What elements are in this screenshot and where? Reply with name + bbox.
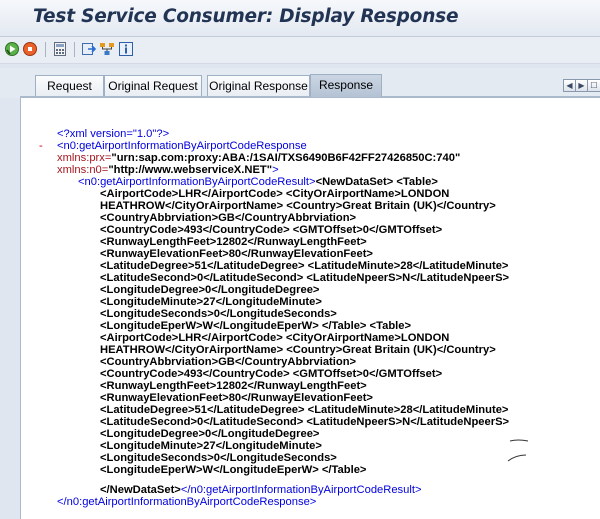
- chevron-right-icon: ▶: [578, 81, 585, 90]
- xml-value-line: <AirportCode>LHR</AirportCode> <CityOrAi…: [100, 188, 450, 200]
- xml-result-close-line: </NewDataSet></n0:getAirportInformationB…: [100, 484, 422, 496]
- xml-attr-value: "http://www.webserviceX.NET": [108, 164, 273, 176]
- xml-value-line: HEATHROW</CityOrAirportName> <Country>Gr…: [100, 200, 496, 212]
- tab-request[interactable]: Request: [35, 75, 104, 96]
- xml-value-line: <LongitudeSeconds>0</LongitudeSeconds>: [100, 452, 337, 464]
- xml-value-line: <LatitudeDegree>51</LatitudeDegree> <Lat…: [100, 404, 509, 416]
- xml-value-line: </NewDataSet>: [100, 484, 181, 496]
- xml-response-panel[interactable]: <?xml version="1.0"?> - <n0:getAirportIn…: [20, 98, 600, 519]
- xml-value-line: <AirportCode>LHR</AirportCode> <CityOrAi…: [100, 332, 450, 344]
- xml-value-line: <LatitudeSecond>0</LatitudeSecond> <Lati…: [100, 272, 510, 284]
- xml-result-open-tag: <n0:getAirportInformationByAirportCodeRe…: [78, 176, 316, 188]
- xml-root-close-tag: </n0:getAirportInformationByAirportCodeR…: [57, 496, 317, 508]
- tab-response[interactable]: Response: [310, 74, 382, 97]
- tab-original-request-label: Original Request: [108, 79, 198, 93]
- xml-value-line: <LatitudeDegree>51</LatitudeDegree> <Lat…: [100, 260, 509, 272]
- xml-value-line: <RunwayElevationFeet>80</RunwayElevation…: [100, 392, 373, 404]
- xml-result-close-tag: </n0:getAirportInformationByAirportCodeR…: [180, 484, 422, 496]
- xml-value-line: <LongitudeSeconds>0</LongitudeSeconds>: [100, 308, 337, 320]
- xml-value-line: HEATHROW</CityOrAirportName> <Country>Gr…: [100, 344, 496, 356]
- xml-attr-name: xmlns:prx=: [57, 152, 112, 164]
- xml-value-line: <LatitudeSecond>0</LatitudeSecond> <Lati…: [100, 416, 510, 428]
- xml-value-line: <RunwayLengthFeet>12802</RunwayLengthFee…: [100, 236, 367, 248]
- toolbar: [0, 37, 600, 64]
- xml-namespace-prx: xmlns:prx="urn:sap.com:proxy:ABA:/1SAI/T…: [57, 152, 460, 164]
- export-icon[interactable]: [81, 41, 97, 57]
- xml-value-line: <LongitudeDegree>0</LongitudeDegree>: [100, 284, 320, 296]
- xml-root-open-tag: <n0:getAirportInformationByAirportCodeRe…: [57, 140, 307, 152]
- xml-value-line: <CountryAbbrviation>GB</CountryAbbrviati…: [100, 356, 357, 368]
- xml-value-line: <CountryAbbrviation>GB</CountryAbbrviati…: [100, 212, 357, 224]
- tab-request-label: Request: [47, 79, 92, 93]
- xml-value-line: <RunwayElevationFeet>80</RunwayElevation…: [100, 248, 373, 260]
- tab-list-icon: ☐: [590, 81, 598, 90]
- xml-value-line: <LongitudeDegree>0</LongitudeDegree>: [100, 428, 320, 440]
- xml-namespace-n0: xmlns:n0="http://www.webserviceX.NET">: [57, 164, 279, 176]
- xml-value-line: <CountryCode>493</CountryCode> <GMTOffse…: [100, 368, 443, 380]
- xml-attr-value: "urn:sap.com:proxy:ABA:/1SAI/TXS6490B6F4…: [111, 152, 461, 164]
- xml-tag-close: >: [272, 164, 279, 176]
- tab-response-label: Response: [318, 78, 374, 92]
- xml-value-line: <LongitudeMinute>27</LongitudeMinute>: [100, 440, 322, 452]
- cursor-mark: [507, 439, 529, 462]
- hierarchy-icon[interactable]: [99, 41, 115, 57]
- toolbar-separator: [45, 42, 46, 57]
- tab-original-response-label: Original Response: [209, 79, 308, 93]
- xml-value-line: <LongitudeEperW>W</LongitudeEperW> </Tab…: [100, 320, 412, 332]
- xml-declaration: <?xml version="1.0"?>: [57, 128, 170, 140]
- calculator-icon[interactable]: [52, 41, 68, 57]
- xml-result-open-line: <n0:getAirportInformationByAirportCodeRe…: [78, 176, 438, 188]
- xml-value-line: <LongitudeEperW>W</LongitudeEperW> </Tab…: [100, 464, 367, 476]
- window-title: Test Service Consumer: Display Response: [33, 6, 459, 27]
- chevron-left-icon: ◀: [566, 81, 573, 90]
- record-icon[interactable]: [22, 41, 38, 57]
- tab-list-button[interactable]: ☐: [587, 79, 600, 92]
- collapse-toggle[interactable]: -: [39, 140, 43, 152]
- xml-value-line: <RunwayLengthFeet>12802</RunwayLengthFee…: [100, 380, 367, 392]
- tab-original-request[interactable]: Original Request: [104, 75, 202, 96]
- toolbar-separator: [74, 42, 75, 57]
- info-icon[interactable]: [118, 41, 134, 57]
- xml-value-line: <CountryCode>493</CountryCode> <GMTOffse…: [100, 224, 443, 236]
- tab-original-response[interactable]: Original Response: [207, 75, 310, 96]
- execute-icon[interactable]: [4, 41, 20, 57]
- title-bar: Test Service Consumer: Display Response: [0, 0, 600, 37]
- xml-attr-name: xmlns:n0=: [57, 164, 109, 176]
- xml-value-line: <LongitudeMinute>27</LongitudeMinute>: [100, 296, 322, 308]
- xml-value-line: <NewDataSet> <Table>: [315, 176, 438, 188]
